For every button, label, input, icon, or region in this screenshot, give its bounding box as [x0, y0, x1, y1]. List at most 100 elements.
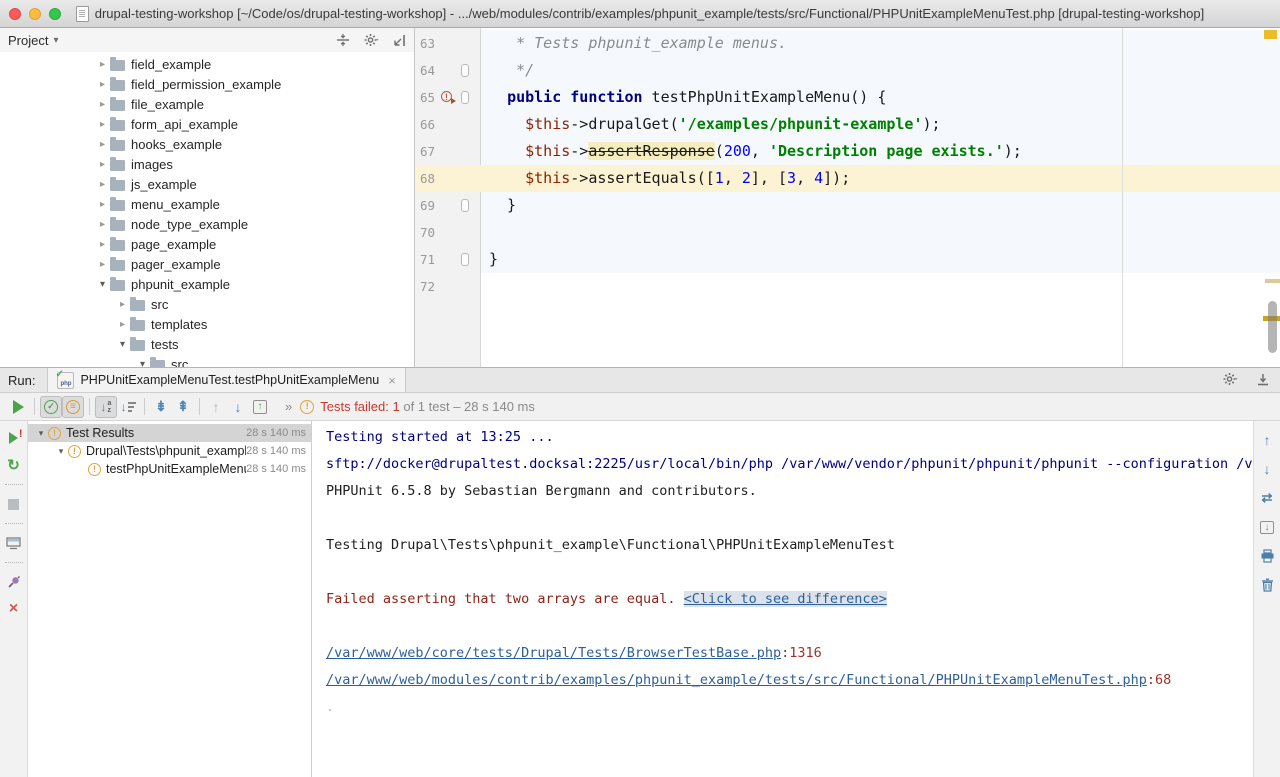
close-window-button[interactable]: [9, 8, 21, 20]
collapse-all-button[interactable]: ⇞: [172, 396, 194, 418]
show-ignored-toggle[interactable]: ≡: [62, 396, 84, 418]
code-line[interactable]: }: [481, 246, 1280, 273]
project-tree-item[interactable]: ▸file_example: [0, 94, 414, 114]
chevron-down-icon[interactable]: ▾: [95, 279, 110, 290]
restore-layout-button[interactable]: [5, 534, 23, 552]
minimize-window-button[interactable]: [29, 8, 41, 20]
rerun-button[interactable]: [7, 396, 29, 418]
chevron-right-icon[interactable]: ▸: [95, 139, 110, 150]
hide-run-panel-icon[interactable]: [1256, 373, 1270, 386]
project-tree-item[interactable]: ▸field_example: [0, 54, 414, 74]
next-failed-test-button[interactable]: ↓: [227, 396, 249, 418]
code-line[interactable]: [481, 219, 1280, 246]
fold-marker-icon[interactable]: [461, 199, 469, 212]
chevron-down-icon[interactable]: ▾: [53, 35, 58, 46]
error-stripe-mark[interactable]: [1265, 279, 1280, 283]
chevron-right-icon[interactable]: ▸: [115, 319, 130, 330]
console-link[interactable]: /var/www/web/core/tests/Drupal/Tests/Bro…: [326, 645, 781, 661]
chevron-right-icon[interactable]: ▸: [95, 159, 110, 170]
chevron-right-icon[interactable]: ▸: [95, 59, 110, 70]
editor-gutter[interactable]: 70: [415, 219, 481, 246]
project-tree-item[interactable]: ▸field_permission_example: [0, 74, 414, 94]
project-panel-title[interactable]: Project: [8, 33, 48, 48]
code-line[interactable]: $this->assertResponse(200, 'Description …: [481, 138, 1280, 165]
next-message-button[interactable]: ↓: [1258, 460, 1276, 478]
chevron-right-icon[interactable]: ▸: [115, 299, 130, 310]
project-tree-item[interactable]: ▸src: [0, 294, 414, 314]
chevron-right-icon[interactable]: ▸: [95, 259, 110, 270]
error-stripe-warning-indicator[interactable]: [1264, 30, 1277, 39]
sort-alphabetically-toggle[interactable]: ↓az: [95, 396, 117, 418]
project-tree-item[interactable]: ▸hooks_example: [0, 134, 414, 154]
chevron-down-icon[interactable]: ▾: [54, 446, 68, 457]
code-line[interactable]: [481, 273, 1280, 300]
chevron-down-icon[interactable]: ▾: [115, 339, 130, 350]
test-result-row[interactable]: ▾!Drupal\Tests\phpunit_example\Functiona…: [28, 442, 311, 460]
project-tree-item[interactable]: ▾tests: [0, 334, 414, 354]
project-tree-item[interactable]: ▸node_type_example: [0, 214, 414, 234]
project-tree-item[interactable]: ▾phpunit_example: [0, 274, 414, 294]
project-tree-item[interactable]: ▸templates: [0, 314, 414, 334]
project-tree-item[interactable]: ▸images: [0, 154, 414, 174]
run-tab[interactable]: php ✓ PHPUnitExampleMenuTest.testPhpUnit…: [47, 368, 405, 392]
test-result-row[interactable]: !testPhpUnitExampleMenu28 s 140 ms: [28, 460, 311, 478]
console-link[interactable]: <Click to see difference>: [684, 591, 887, 607]
project-tree-item[interactable]: ▸page_example: [0, 234, 414, 254]
editor-scrollbar-thumb[interactable]: [1268, 301, 1277, 353]
rerun-failed-tests-button[interactable]: !: [5, 429, 23, 447]
code-line[interactable]: * Tests phpunit_example menus.: [481, 30, 1280, 57]
chevron-right-icon[interactable]: ▸: [95, 239, 110, 250]
editor-gutter[interactable]: 63: [415, 30, 481, 57]
select-opened-file-icon[interactable]: [336, 33, 350, 47]
test-result-row[interactable]: ▾!Test Results28 s 140 ms: [28, 424, 311, 442]
soft-wrap-toggle[interactable]: ⇄: [1258, 489, 1276, 507]
editor-gutter[interactable]: 71: [415, 246, 481, 273]
chevron-right-icon[interactable]: ▸: [95, 119, 110, 130]
project-tree-item[interactable]: ▸js_example: [0, 174, 414, 194]
previous-message-button[interactable]: ↑: [1258, 431, 1276, 449]
sort-by-duration-toggle[interactable]: ↓: [117, 396, 139, 418]
close-run-panel-button[interactable]: ×: [5, 600, 23, 618]
chevrons-icon[interactable]: »: [285, 399, 292, 414]
editor-gutter[interactable]: 68: [415, 165, 481, 192]
editor-gutter[interactable]: 67: [415, 138, 481, 165]
chevron-right-icon[interactable]: ▸: [95, 219, 110, 230]
clear-console-button[interactable]: [1258, 576, 1276, 594]
pin-tab-button[interactable]: [5, 573, 23, 591]
editor-gutter[interactable]: 66: [415, 111, 481, 138]
print-button[interactable]: [1258, 547, 1276, 565]
project-tree-item[interactable]: ▾src: [0, 354, 414, 367]
chevron-right-icon[interactable]: ▸: [95, 79, 110, 90]
editor-gutter[interactable]: 65!: [415, 84, 481, 111]
editor-gutter[interactable]: 72: [415, 273, 481, 300]
chevron-right-icon[interactable]: ▸: [95, 199, 110, 210]
toggle-auto-test-button[interactable]: ↻: [5, 456, 23, 474]
chevron-right-icon[interactable]: ▸: [95, 179, 110, 190]
editor-gutter[interactable]: 64: [415, 57, 481, 84]
code-line[interactable]: */: [481, 57, 1280, 84]
expand-all-button[interactable]: ⇟: [150, 396, 172, 418]
close-tab-icon[interactable]: ×: [388, 374, 396, 387]
run-settings-gear-icon[interactable]: [1223, 372, 1238, 386]
scroll-to-end-button[interactable]: ↓: [1258, 518, 1276, 536]
fold-marker-icon[interactable]: [461, 64, 469, 77]
show-passed-toggle[interactable]: ✓: [40, 396, 62, 418]
code-line[interactable]: public function testPhpUnitExampleMenu()…: [481, 84, 1280, 111]
hide-panel-icon[interactable]: [393, 34, 406, 47]
settings-gear-icon[interactable]: [364, 33, 379, 47]
project-tree-item[interactable]: ▸form_api_example: [0, 114, 414, 134]
chevron-right-icon[interactable]: ▸: [95, 99, 110, 110]
export-test-results-button[interactable]: ↑: [249, 396, 271, 418]
previous-failed-test-button[interactable]: ↑: [205, 396, 227, 418]
code-editor[interactable]: 63 * Tests phpunit_example menus.64 */65…: [415, 28, 1280, 367]
fold-marker-icon[interactable]: [461, 253, 469, 266]
console-link[interactable]: /var/www/web/modules/contrib/examples/ph…: [326, 672, 1147, 688]
chevron-down-icon[interactable]: ▾: [34, 428, 48, 439]
chevron-down-icon[interactable]: ▾: [135, 359, 150, 368]
failed-test-icon[interactable]: !: [441, 91, 452, 102]
project-tree-item[interactable]: ▸menu_example: [0, 194, 414, 214]
zoom-window-button[interactable]: [49, 8, 61, 20]
code-line[interactable]: $this->drupalGet('/examples/phpunit-exam…: [481, 111, 1280, 138]
code-line[interactable]: }: [481, 192, 1280, 219]
fold-marker-icon[interactable]: [461, 91, 469, 104]
